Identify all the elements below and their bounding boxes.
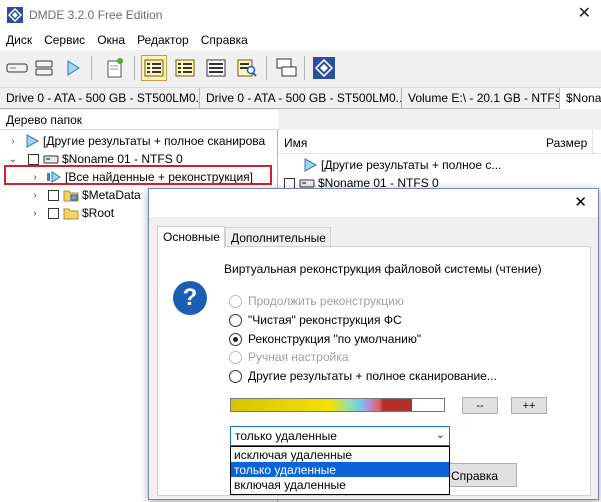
highlight-annotation bbox=[4, 165, 272, 185]
window-title: DMDE 3.2.0 Free Edition bbox=[29, 8, 163, 22]
search-icon bbox=[237, 59, 257, 77]
tree-item-metadata[interactable]: › $MetaData bbox=[30, 186, 141, 204]
deleted-filter-select[interactable]: только удаленные ⌄ bbox=[230, 426, 450, 446]
help-button[interactable]: Справка bbox=[445, 463, 517, 487]
tree-item-label: $Root bbox=[82, 206, 115, 220]
radio-button[interactable] bbox=[229, 313, 242, 327]
document-tabs: Drive 0 - ATA - 500 GB - ST500LM0... Dri… bbox=[0, 88, 601, 109]
option-label: Продолжить реконструкцию bbox=[248, 294, 404, 308]
windows-icon bbox=[276, 58, 297, 77]
dmde-logo-icon bbox=[7, 7, 23, 23]
deleted-filter-dropdown: исключая удаленные только удаленные вклю… bbox=[230, 446, 450, 495]
radio-button bbox=[229, 350, 242, 364]
view-list-button[interactable] bbox=[172, 55, 198, 81]
chevron-right-icon[interactable]: › bbox=[8, 136, 18, 147]
dropdown-option[interactable]: включая удаленные bbox=[231, 477, 449, 492]
window-close-icon[interactable]: ✕ bbox=[578, 6, 591, 22]
tree-item-label: $MetaData bbox=[82, 188, 141, 202]
list-view-icon bbox=[175, 59, 195, 77]
new-file-button[interactable] bbox=[102, 55, 128, 81]
view-details-button[interactable] bbox=[203, 55, 229, 81]
tree-item-root[interactable]: › $Root bbox=[30, 204, 114, 222]
reconstruction-level-bar bbox=[230, 398, 445, 412]
folder-tree-header: Дерево папок bbox=[0, 110, 278, 130]
file-list-header: Имя Размер bbox=[278, 130, 601, 154]
chevron-down-icon[interactable]: ⌄ bbox=[8, 154, 18, 165]
option-clean-reconstruction[interactable]: "Чистая" реконструкция ФС bbox=[229, 311, 402, 329]
column-size[interactable]: Размер bbox=[546, 136, 587, 150]
select-drive-button[interactable] bbox=[4, 55, 30, 81]
menu-help[interactable]: Справка bbox=[201, 33, 248, 47]
tab-volume-e[interactable]: Volume E:\ - 20.1 GB - NTFS bbox=[402, 88, 560, 109]
tab-drive-0-second[interactable]: Drive 0 - ATA - 500 GB - ST500LM0... bbox=[200, 88, 402, 109]
dialog-titlebar: ✕ bbox=[149, 189, 598, 217]
tree-checkbox[interactable] bbox=[48, 189, 59, 201]
list-view-icon bbox=[144, 59, 164, 77]
tree-checkbox[interactable] bbox=[28, 153, 39, 165]
tree-item-label: $Noname 01 - NTFS 0 bbox=[62, 152, 183, 166]
tree-checkbox[interactable] bbox=[48, 207, 59, 219]
menu-windows[interactable]: Окна bbox=[97, 33, 125, 47]
column-name[interactable]: Имя bbox=[284, 136, 307, 150]
option-default-reconstruction[interactable]: Реконструкция "по умолчанию" bbox=[229, 330, 421, 348]
option-other-results[interactable]: Другие результаты + полное сканирование.… bbox=[229, 367, 497, 385]
option-continue-reconstruction: Продолжить реконструкцию bbox=[229, 292, 404, 310]
details-view-icon bbox=[206, 59, 226, 77]
list-item-label: [Другие результаты + полное с... bbox=[321, 158, 502, 172]
dropdown-option[interactable]: исключая удаленные bbox=[231, 447, 449, 462]
dmde-logo-icon bbox=[313, 57, 335, 79]
reconstruction-level-fill bbox=[231, 399, 413, 411]
reconstruction-dialog: ✕ Основные Дополнительные ? Виртуальная … bbox=[148, 188, 599, 500]
menu-editor[interactable]: Редактор bbox=[137, 33, 189, 47]
about-button[interactable] bbox=[311, 55, 337, 81]
radio-button bbox=[229, 294, 242, 308]
tab-noname[interactable]: $Noname bbox=[560, 88, 601, 109]
chevron-right-icon[interactable]: › bbox=[30, 190, 40, 201]
drive-icon bbox=[43, 155, 59, 164]
tab-drive-0[interactable]: Drive 0 - ATA - 500 GB - ST500LM0... bbox=[0, 88, 200, 109]
list-checkbox[interactable] bbox=[284, 177, 295, 189]
play-icon bbox=[67, 60, 80, 76]
toolbar bbox=[0, 50, 601, 88]
option-manual-setup: Ручная настройка bbox=[229, 348, 348, 366]
window-titlebar: DMDE 3.2.0 Free Edition ✕ bbox=[0, 0, 601, 30]
menu-disk[interactable]: Диск bbox=[6, 33, 32, 47]
dialog-heading: Виртуальная реконструкция файловой систе… bbox=[224, 262, 542, 276]
tab-basic[interactable]: Основные bbox=[157, 226, 225, 248]
folder-icon bbox=[63, 208, 79, 220]
play-button[interactable] bbox=[60, 55, 86, 81]
chevron-down-icon[interactable]: ⌄ bbox=[436, 428, 445, 441]
windows-button[interactable] bbox=[274, 55, 300, 81]
list-item[interactable]: [Другие результаты + полное с... bbox=[302, 156, 501, 174]
menu-bar: Диск Сервис Окна Редактор Справка bbox=[0, 30, 601, 50]
search-button[interactable] bbox=[234, 55, 260, 81]
increase-button[interactable]: ++ bbox=[511, 397, 547, 414]
dialog-tabs: Основные Дополнительные bbox=[157, 226, 331, 248]
question-icon: ? bbox=[173, 281, 207, 315]
decrease-button[interactable]: -- bbox=[462, 397, 498, 414]
chevron-right-icon[interactable]: › bbox=[30, 208, 40, 219]
partitions-button[interactable] bbox=[31, 55, 57, 81]
dialog-close-icon[interactable]: ✕ bbox=[574, 195, 587, 210]
tab-advanced[interactable]: Дополнительные bbox=[224, 227, 331, 247]
select-value: только удаленные bbox=[235, 429, 337, 443]
option-label: Ручная настройка bbox=[248, 350, 349, 364]
option-label: Реконструкция "по умолчанию" bbox=[248, 332, 422, 346]
play-arrow-icon bbox=[26, 134, 40, 148]
view-tree-button[interactable] bbox=[141, 55, 167, 81]
radio-button[interactable] bbox=[229, 369, 242, 383]
drive-icon bbox=[6, 63, 28, 73]
folder-icon bbox=[63, 190, 79, 202]
option-label: "Чистая" реконструкция ФС bbox=[248, 313, 402, 327]
partitions-icon bbox=[35, 60, 53, 76]
radio-button[interactable] bbox=[229, 332, 242, 346]
new-file-icon bbox=[107, 58, 123, 78]
tree-item-other-results[interactable]: › [Другие результаты + полное сканирова bbox=[8, 132, 265, 150]
option-label: Другие результаты + полное сканирование.… bbox=[248, 369, 497, 383]
play-arrow-icon bbox=[304, 158, 318, 172]
dropdown-option[interactable]: только удаленные bbox=[231, 462, 449, 477]
tree-item-label: [Другие результаты + полное сканирова bbox=[43, 134, 266, 148]
menu-service[interactable]: Сервис bbox=[44, 33, 85, 47]
